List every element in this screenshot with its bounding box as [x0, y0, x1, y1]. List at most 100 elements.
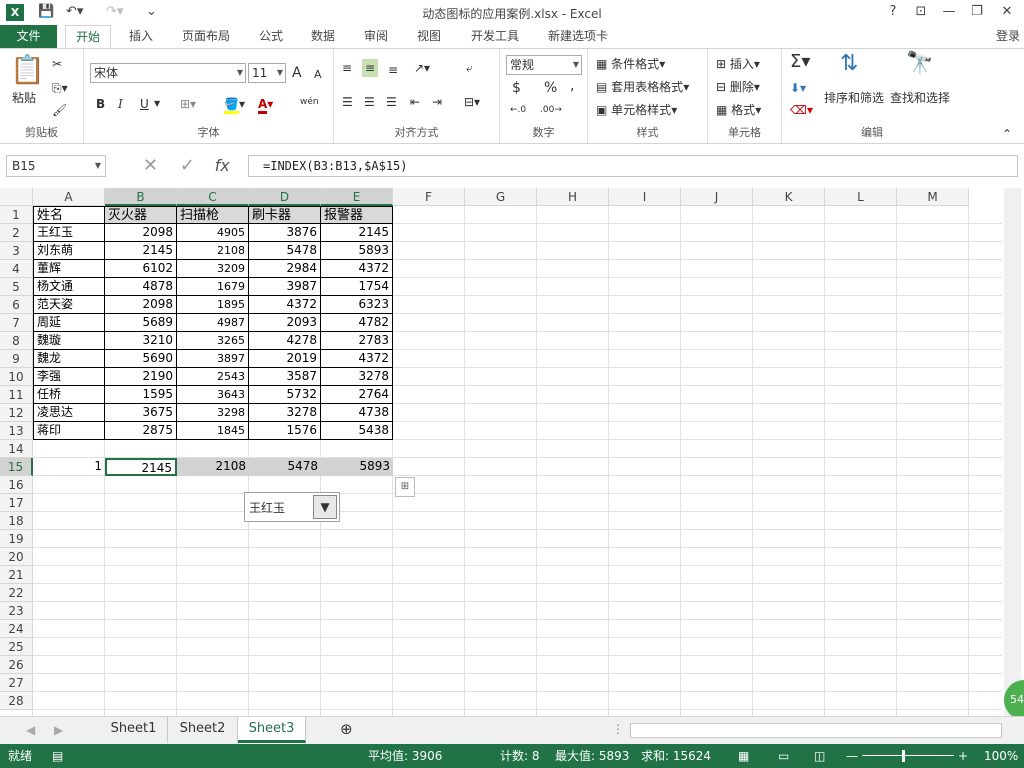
table-cell[interactable]: 4372 — [249, 296, 321, 314]
page-break-view-icon[interactable]: ◫ — [814, 744, 825, 768]
tab-home[interactable]: 开始 — [65, 25, 111, 50]
align-center-icon[interactable]: ☰ — [364, 93, 375, 111]
table-cell[interactable]: 周延 — [33, 314, 105, 332]
increase-decimal-icon[interactable]: ←.0 — [510, 101, 526, 119]
table-cell[interactable]: 3987 — [249, 278, 321, 296]
row-header-7[interactable]: 7 — [0, 314, 33, 332]
formula-input[interactable]: =INDEX(B3:B13,$A$15) — [248, 155, 1018, 177]
table-cell[interactable]: 任桥 — [33, 386, 105, 404]
clear-icon[interactable]: ⌫▾ — [790, 101, 813, 119]
row-header-4[interactable]: 4 — [0, 260, 33, 278]
tab-developer[interactable]: 开发工具 — [460, 25, 530, 49]
row-header-20[interactable]: 20 — [0, 548, 33, 566]
sheet-tab-sheet2[interactable]: Sheet2 — [168, 717, 238, 743]
row-header-8[interactable]: 8 — [0, 332, 33, 350]
row-header-3[interactable]: 3 — [0, 242, 33, 260]
column-header-b[interactable]: B — [105, 188, 177, 206]
table-header-cell[interactable]: 灭火器 — [105, 206, 177, 224]
decrease-indent-icon[interactable]: ⇤ — [410, 93, 420, 111]
column-header-k[interactable]: K — [753, 188, 825, 206]
insert-cells-button[interactable]: ⊞ 插入▾ — [716, 55, 760, 73]
chevron-down-icon[interactable]: ▼ — [154, 95, 160, 113]
active-cell[interactable]: 2145 — [105, 458, 177, 476]
font-size-select[interactable]: 11 ▼ — [248, 63, 286, 83]
table-cell[interactable]: 5689 — [105, 314, 177, 332]
tab-new[interactable]: 新建选项卡 — [540, 25, 616, 49]
tab-splitter-icon[interactable]: ⋮ — [612, 720, 624, 738]
table-cell[interactable]: 4738 — [321, 404, 393, 422]
table-cell[interactable]: 2984 — [249, 260, 321, 278]
table-cell[interactable]: 刘东萌 — [33, 242, 105, 260]
table-header-cell[interactable]: 报警器 — [321, 206, 393, 224]
column-header-h[interactable]: H — [537, 188, 609, 206]
fill-color-icon[interactable]: 🪣▾ — [224, 95, 245, 114]
percent-icon[interactable]: % — [544, 79, 557, 97]
table-cell[interactable]: 3643 — [177, 386, 249, 404]
macro-record-icon[interactable]: ▤ — [52, 744, 63, 768]
table-cell[interactable]: 3278 — [249, 404, 321, 422]
row-header-10[interactable]: 10 — [0, 368, 33, 386]
row-header-21[interactable]: 21 — [0, 566, 33, 584]
table-cell[interactable]: 1845 — [177, 422, 249, 440]
italic-button[interactable]: I — [118, 95, 123, 113]
help-button[interactable]: ? — [882, 3, 904, 21]
tab-page-layout[interactable]: 页面布局 — [172, 25, 240, 49]
selected-cell[interactable]: 5893 — [321, 458, 393, 476]
table-cell[interactable]: 董辉 — [33, 260, 105, 278]
minimize-icon[interactable]: — — [938, 3, 960, 21]
quick-analysis-icon[interactable]: ⊞ — [395, 477, 415, 497]
row-header-27[interactable]: 27 — [0, 674, 33, 692]
employee-combobox[interactable]: 王红玉 ▼ — [244, 492, 340, 522]
conditional-format-button[interactable]: ▦ 条件格式▾ — [596, 55, 665, 73]
table-cell[interactable]: 2019 — [249, 350, 321, 368]
decrease-font-icon[interactable]: A — [314, 66, 322, 84]
underline-button[interactable]: U — [140, 95, 149, 113]
row-header-14[interactable]: 14 — [0, 440, 33, 458]
table-cell[interactable]: 2190 — [105, 368, 177, 386]
table-cell[interactable]: 2145 — [105, 242, 177, 260]
table-cell[interactable]: 3897 — [177, 350, 249, 368]
table-cell[interactable]: 魏璇 — [33, 332, 105, 350]
align-bottom-icon[interactable]: ≡ — [388, 61, 398, 79]
table-cell[interactable]: 2098 — [105, 296, 177, 314]
column-header-j[interactable]: J — [681, 188, 753, 206]
increase-indent-icon[interactable]: ⇥ — [432, 93, 442, 111]
table-cell[interactable]: 3265 — [177, 332, 249, 350]
login-link[interactable]: 登录 — [992, 25, 1024, 49]
orientation-icon[interactable]: ↗▾ — [414, 59, 430, 77]
font-color-icon[interactable]: A▾ — [258, 95, 273, 114]
increase-font-icon[interactable]: A — [292, 64, 302, 82]
table-cell[interactable]: 李强 — [33, 368, 105, 386]
selected-cell[interactable]: 1 — [33, 458, 105, 476]
fill-icon[interactable]: ⬇▾ — [790, 79, 806, 97]
row-header-9[interactable]: 9 — [0, 350, 33, 368]
row-header-22[interactable]: 22 — [0, 584, 33, 602]
row-header-24[interactable]: 24 — [0, 620, 33, 638]
tab-insert[interactable]: 插入 — [120, 25, 162, 49]
table-cell[interactable]: 凌思达 — [33, 404, 105, 422]
table-cell[interactable]: 6102 — [105, 260, 177, 278]
tab-review[interactable]: 审阅 — [355, 25, 397, 49]
row-header-15[interactable]: 15 — [0, 458, 33, 476]
cell-styles-button[interactable]: ▣ 单元格样式▾ — [596, 101, 677, 119]
zoom-in-icon[interactable]: + — [958, 744, 968, 768]
format-cells-button[interactable]: ▦ 格式▾ — [716, 101, 761, 119]
table-cell[interactable]: 3876 — [249, 224, 321, 242]
currency-icon[interactable]: $ — [512, 79, 521, 97]
paste-icon[interactable]: 📋 — [10, 55, 45, 85]
column-header-l[interactable]: L — [825, 188, 897, 206]
tab-view[interactable]: 视图 — [408, 25, 450, 49]
tab-data[interactable]: 数据 — [302, 25, 344, 49]
align-left-icon[interactable]: ☰ — [342, 93, 353, 111]
combobox-dropdown-icon[interactable]: ▼ — [313, 495, 337, 519]
vertical-scrollbar[interactable] — [1004, 188, 1021, 716]
paste-button[interactable]: 粘贴 — [12, 89, 36, 107]
delete-cells-button[interactable]: ⊟ 删除▾ — [716, 78, 760, 96]
column-header-a[interactable]: A — [33, 188, 105, 206]
format-painter-icon[interactable]: 🖌 — [52, 101, 67, 119]
row-header-26[interactable]: 26 — [0, 656, 33, 674]
column-header-c[interactable]: C — [177, 188, 249, 206]
cancel-icon[interactable]: ✕ — [143, 155, 158, 176]
find-select-icon[interactable]: 🔭 — [906, 53, 933, 75]
table-cell[interactable]: 4878 — [105, 278, 177, 296]
